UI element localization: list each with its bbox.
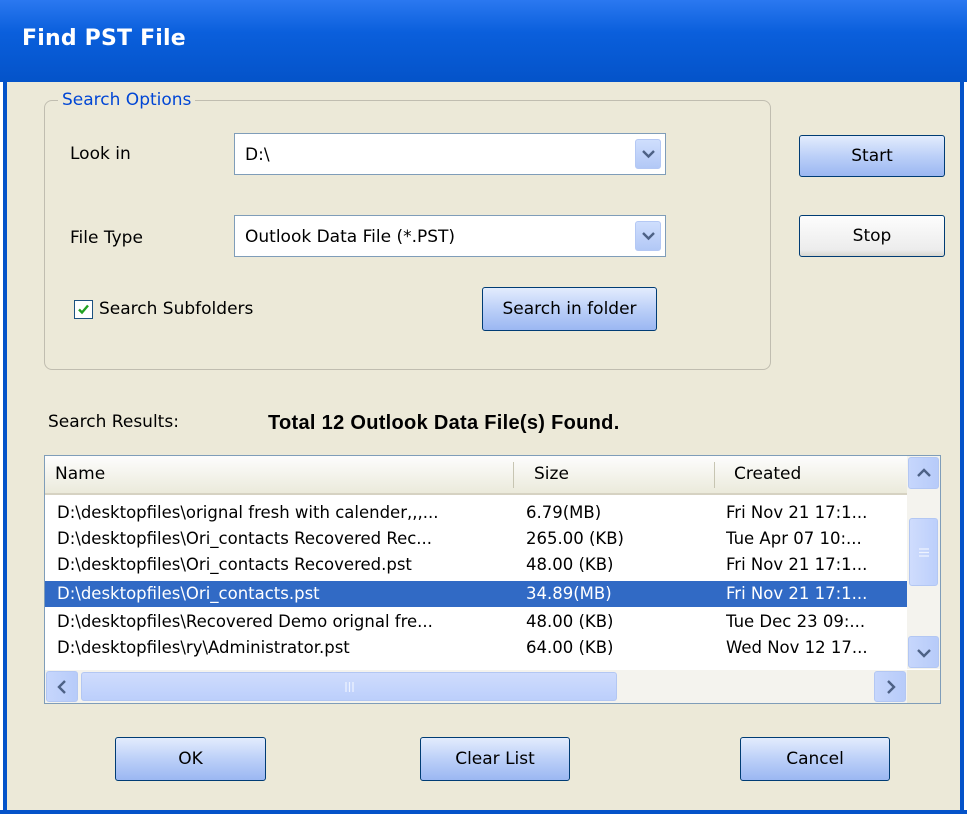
- checkmark-icon: [78, 304, 89, 315]
- look-in-dropdown[interactable]: D:\: [234, 133, 666, 175]
- vertical-scroll-thumb[interactable]: [909, 518, 938, 586]
- cell-name: D:\desktopfiles\Recovered Demo orignal f…: [57, 612, 433, 631]
- cell-name: D:\desktopfiles\ry\Administrator.pst: [57, 638, 350, 657]
- table-row[interactable]: D:\desktopfiles\Ori_contacts Recovered.p…: [45, 552, 907, 578]
- cell-size: 6.79(MB): [526, 503, 602, 522]
- scroll-left-icon[interactable]: [46, 671, 78, 702]
- table-row[interactable]: D:\desktopfiles\orignal fresh with calen…: [45, 500, 907, 526]
- look-in-label: Look in: [70, 144, 131, 164]
- results-list[interactable]: Name Size Created D:\desktopfiles\origna…: [44, 455, 941, 704]
- dropdown-arrow-icon[interactable]: [635, 139, 661, 169]
- column-separator[interactable]: [513, 462, 514, 488]
- title-bar: Find PST File: [0, 0, 967, 82]
- cell-created: Tue Dec 23 09:...: [726, 612, 866, 631]
- grip-icon: [919, 548, 929, 557]
- stop-label: Stop: [852, 226, 892, 246]
- vertical-scrollbar[interactable]: [907, 456, 940, 669]
- clear-list-button[interactable]: Clear List: [420, 737, 570, 781]
- cell-created: Fri Nov 21 17:1...: [726, 584, 868, 603]
- cell-name: D:\desktopfiles\orignal fresh with calen…: [57, 503, 439, 522]
- cell-size: 34.89(MB): [526, 584, 612, 603]
- search-options-legend: Search Options: [58, 90, 196, 110]
- table-row[interactable]: D:\desktopfiles\Recovered Demo orignal f…: [45, 609, 907, 635]
- list-header: Name Size Created: [45, 456, 907, 495]
- search-results-label: Search Results:: [48, 412, 179, 432]
- clear-list-label: Clear List: [455, 749, 535, 769]
- dropdown-arrow-icon[interactable]: [635, 221, 661, 251]
- search-in-folder-label: Search in folder: [502, 299, 637, 319]
- search-subfolders-checkbox[interactable]: [74, 300, 93, 319]
- cell-created: Fri Nov 21 17:1...: [726, 503, 868, 522]
- stop-button[interactable]: Stop: [799, 215, 945, 257]
- column-header-name[interactable]: Name: [45, 456, 513, 493]
- column-separator[interactable]: [714, 462, 715, 488]
- scroll-up-icon[interactable]: [908, 457, 939, 489]
- search-in-folder-button[interactable]: Search in folder: [482, 287, 657, 331]
- cell-name: D:\desktopfiles\Ori_contacts Recovered R…: [57, 529, 433, 548]
- cell-name: D:\desktopfiles\Ori_contacts.pst: [57, 584, 320, 603]
- search-subfolders-label[interactable]: Search Subfolders: [99, 299, 253, 319]
- start-button[interactable]: Start: [799, 135, 945, 177]
- table-row[interactable]: D:\desktopfiles\ry\Administrator.pst 64.…: [45, 635, 907, 661]
- look-in-value: D:\: [245, 145, 270, 165]
- file-type-label: File Type: [70, 228, 143, 248]
- cell-size: 48.00 (KB): [526, 612, 614, 631]
- horizontal-scrollbar[interactable]: [45, 670, 907, 703]
- cell-created: Wed Nov 12 17...: [726, 638, 868, 657]
- cell-created: Tue Apr 07 10:...: [726, 529, 862, 548]
- horizontal-scroll-thumb[interactable]: [81, 672, 617, 701]
- table-row[interactable]: D:\desktopfiles\Ori_contacts Recovered R…: [45, 526, 907, 552]
- window-border-bottom: [0, 810, 967, 814]
- grip-icon: [345, 682, 354, 692]
- scroll-down-icon[interactable]: [908, 636, 939, 668]
- file-type-dropdown[interactable]: Outlook Data File (*.PST): [234, 215, 666, 257]
- results-summary: Total 12 Outlook Data File(s) Found.: [268, 412, 620, 434]
- column-header-created[interactable]: Created: [724, 456, 904, 493]
- cell-size: 48.00 (KB): [526, 555, 614, 574]
- file-type-value: Outlook Data File (*.PST): [245, 227, 456, 247]
- cancel-button[interactable]: Cancel: [740, 737, 890, 781]
- cell-name: D:\desktopfiles\Ori_contacts Recovered.p…: [57, 555, 412, 574]
- scrollbar-corner: [907, 670, 940, 703]
- ok-label: OK: [178, 749, 203, 769]
- cell-size: 265.00 (KB): [526, 529, 624, 548]
- scroll-right-icon[interactable]: [874, 671, 906, 702]
- column-header-size[interactable]: Size: [524, 456, 714, 493]
- cell-created: Fri Nov 21 17:1...: [726, 555, 868, 574]
- ok-button[interactable]: OK: [115, 737, 266, 781]
- cell-size: 64.00 (KB): [526, 638, 614, 657]
- cancel-label: Cancel: [786, 749, 844, 769]
- start-label: Start: [851, 146, 893, 166]
- table-row-selected[interactable]: D:\desktopfiles\Ori_contacts.pst 34.89(M…: [45, 581, 907, 607]
- window-title: Find PST File: [22, 26, 186, 51]
